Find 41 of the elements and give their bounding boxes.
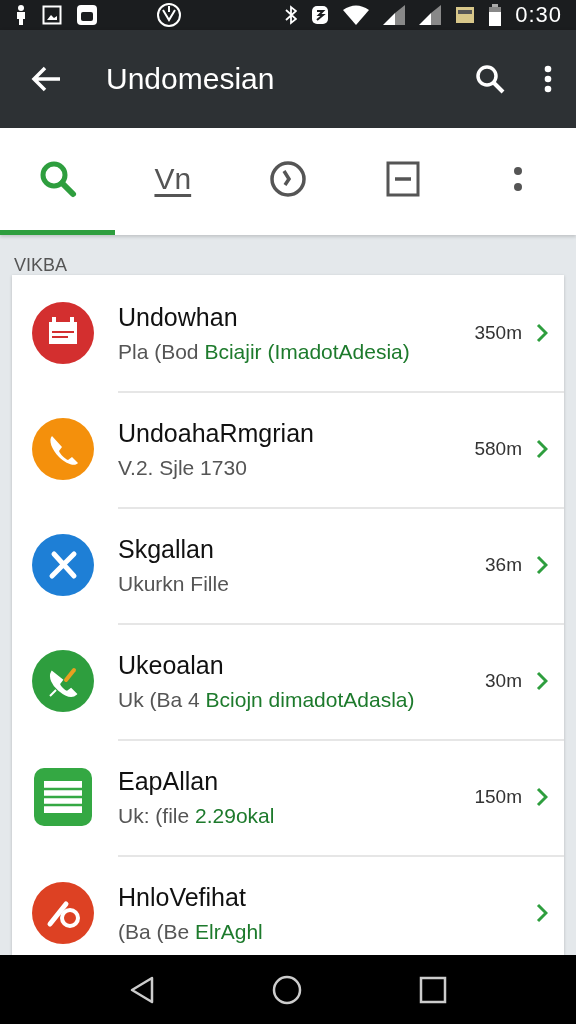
place-name: UndoahaRmgrian: [118, 418, 315, 448]
image-icon: [42, 5, 62, 25]
place-name: HnloVefihat: [118, 882, 247, 912]
battery-icon: [489, 4, 502, 26]
place-detail: (Ba (Be ElrAghl: [118, 919, 264, 944]
distance-label: 350m: [474, 322, 522, 344]
signal-icon: [419, 5, 442, 25]
distance-label: 36m: [485, 554, 522, 576]
chevron-icon[interactable]: [536, 555, 548, 575]
chevron-icon[interactable]: [536, 439, 548, 459]
chevron-icon[interactable]: [536, 903, 548, 923]
bluetooth-icon: [285, 5, 298, 25]
signal-icon: [383, 5, 406, 25]
place-detail: Pla (Bod Bciajir (ImadotAdesia): [118, 339, 411, 364]
chevron-icon[interactable]: [536, 323, 548, 343]
recents-nav-button[interactable]: [419, 975, 448, 1004]
place-detail: V.2. Sjle 1730: [118, 455, 248, 480]
minus-box-icon: [386, 161, 421, 197]
home-nav-button[interactable]: [272, 974, 302, 1005]
place-detail: Uk: (file 2.29okal: [118, 803, 276, 828]
place-name: Undowhan: [118, 302, 239, 332]
app-title: Undomesian: [106, 62, 276, 96]
place-detail: Uk (Ba 4 Bciojn dimadotAdasla): [118, 687, 416, 712]
chevron-icon[interactable]: [536, 671, 548, 691]
place-name: Skgallan: [118, 534, 215, 564]
section-label: VIKBA: [13, 254, 69, 275]
chevron-icon[interactable]: [536, 787, 548, 807]
clock-time: 0:30: [515, 2, 562, 28]
place-name: EapAllan: [118, 766, 220, 796]
android-icon: [156, 2, 183, 28]
bag-icon: [76, 4, 98, 26]
more-icon: [513, 166, 524, 192]
distance-label: 30m: [485, 670, 522, 692]
sim-icon: [455, 5, 476, 25]
place-name: Ukeoalan: [118, 650, 225, 680]
wifi-icon: [343, 5, 370, 25]
distance-label: 150m: [474, 786, 522, 808]
distance-label: 580m: [474, 438, 522, 460]
person-icon: [14, 5, 28, 25]
place-detail: Ukurkn Fille: [118, 571, 230, 596]
back-nav-button[interactable]: [128, 975, 155, 1004]
